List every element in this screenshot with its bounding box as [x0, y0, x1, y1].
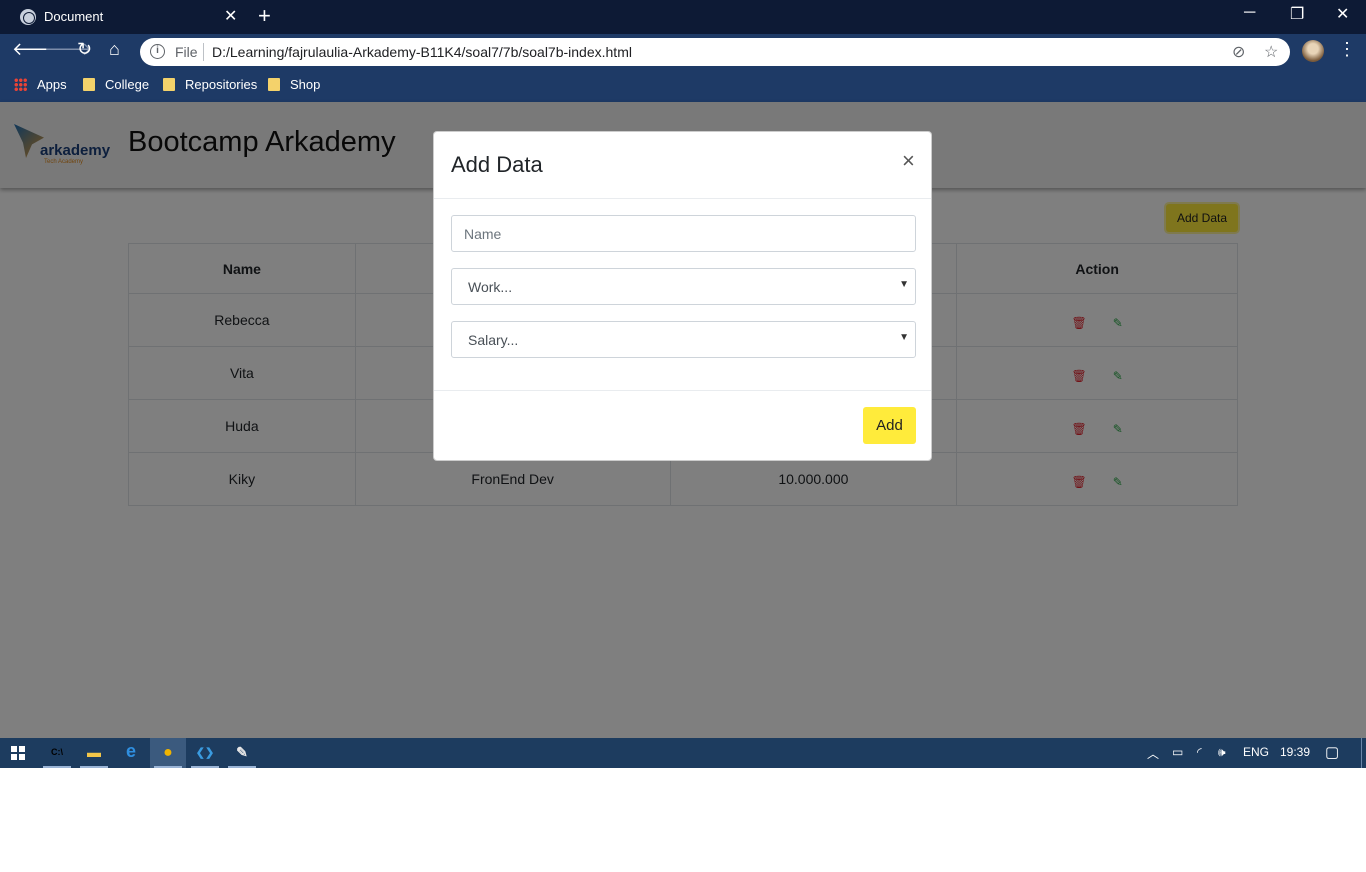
paint-icon: ✎: [236, 744, 248, 760]
omnibox-separator: [203, 43, 204, 61]
bookmark-apps[interactable]: Apps: [14, 77, 67, 92]
new-tab-button[interactable]: +: [258, 3, 271, 29]
desktop-screen: Document ✕ + ─ ❐ ✕ 🡐 🡒 ↻ ⌂ i File D:/Lea…: [0, 0, 1366, 768]
bookmark-star-icon[interactable]: ☆: [1264, 42, 1278, 62]
omnibox-scheme: File: [175, 44, 198, 60]
work-select[interactable]: Work... ▼: [451, 268, 916, 305]
name-input[interactable]: Name: [451, 215, 916, 252]
translate-blocked-icon[interactable]: ⊘: [1232, 42, 1245, 62]
browser-toolbar: 🡐 🡒 ↻ ⌂ i File D:/Learning/fajrulaulia-A…: [0, 34, 1366, 70]
cmd-icon: C:\: [51, 747, 63, 757]
chevron-down-icon: ▼: [899, 279, 909, 290]
bookmark-shop[interactable]: Shop: [268, 77, 320, 92]
bookmark-repositories[interactable]: Repositories: [163, 77, 257, 92]
browser-titlebar: Document ✕ + ─ ❐ ✕: [0, 0, 1366, 34]
volume-icon[interactable]: 🕪: [1218, 745, 1226, 760]
modal-title: Add Data: [451, 152, 543, 177]
bookmarks-bar: Apps College Repositories Shop: [0, 70, 1366, 102]
browser-menu-icon[interactable]: ⋮: [1338, 39, 1356, 60]
apps-grid-icon: [14, 78, 27, 91]
add-data-modal: Add Data × Name Work... ▼ Salary... ▼ Ad…: [433, 131, 932, 461]
salary-select[interactable]: Salary... ▼: [451, 321, 916, 358]
tab-title: Document: [44, 9, 104, 24]
taskbar-vscode[interactable]: ❮❯: [187, 738, 223, 768]
bookmark-label: Shop: [290, 77, 321, 92]
taskbar-file-explorer[interactable]: ▬: [76, 738, 112, 768]
minimize-icon[interactable]: ─: [1244, 4, 1255, 22]
taskbar-chrome[interactable]: ●: [150, 738, 186, 768]
windows-logo-icon: [11, 746, 25, 760]
clock[interactable]: 19:39: [1280, 745, 1310, 759]
info-icon[interactable]: i: [150, 44, 165, 59]
windows-taskbar: C:\ ▬ e ● ❮❯ ✎ ︿ ▭ ◜ 🕪 ENG 19:39 ▢: [0, 738, 1366, 768]
bookmark-label: Apps: [37, 77, 67, 92]
chevron-up-icon[interactable]: ︿: [1147, 745, 1159, 762]
restore-icon[interactable]: ❐: [1290, 4, 1304, 24]
show-desktop-button[interactable]: [1361, 738, 1362, 768]
notifications-icon[interactable]: ▢: [1325, 743, 1339, 761]
home-icon[interactable]: ⌂: [109, 39, 120, 60]
running-indicator: [43, 766, 71, 768]
wifi-icon[interactable]: ◜: [1197, 745, 1202, 759]
tab-close-icon[interactable]: ✕: [224, 6, 237, 26]
folder-icon: [268, 78, 280, 91]
running-indicator: [80, 766, 108, 768]
browser-tab[interactable]: Document ✕: [8, 0, 248, 34]
taskbar-edge[interactable]: e: [113, 738, 149, 768]
work-selected-value: Work...: [468, 279, 513, 295]
bookmark-label: Repositories: [185, 77, 258, 92]
profile-avatar[interactable]: [1302, 40, 1324, 62]
running-indicator: [154, 766, 182, 768]
battery-icon[interactable]: ▭: [1172, 745, 1183, 759]
salary-selected-value: Salary...: [468, 332, 519, 348]
bookmark-label: College: [105, 77, 150, 92]
edge-icon: e: [125, 741, 136, 761]
add-button[interactable]: Add: [863, 407, 916, 444]
vscode-icon: ❮❯: [195, 747, 215, 759]
reload-icon[interactable]: ↻: [77, 39, 92, 60]
start-button[interactable]: [0, 738, 36, 768]
modal-header: Add Data ×: [434, 132, 931, 199]
globe-icon: [20, 9, 36, 25]
url-text[interactable]: D:/Learning/fajrulaulia-Arkademy-B11K4/s…: [212, 44, 632, 60]
taskbar-paint[interactable]: ✎: [224, 738, 260, 768]
taskbar-cmd[interactable]: C:\: [39, 738, 75, 768]
window-close-icon[interactable]: ✕: [1336, 4, 1349, 24]
running-indicator: [191, 766, 219, 768]
language-indicator[interactable]: ENG: [1243, 745, 1269, 759]
chevron-down-icon: ▼: [899, 332, 909, 343]
chrome-icon: ●: [163, 744, 173, 761]
folder-icon: ▬: [87, 744, 101, 760]
folder-icon: [163, 78, 175, 91]
address-bar[interactable]: i File D:/Learning/fajrulaulia-Arkademy-…: [140, 38, 1290, 66]
modal-footer: Add: [434, 390, 931, 460]
running-indicator: [228, 766, 256, 768]
bookmark-college[interactable]: College: [83, 77, 149, 92]
close-icon[interactable]: ×: [902, 148, 915, 174]
folder-icon: [83, 78, 95, 91]
name-placeholder: Name: [464, 226, 502, 242]
